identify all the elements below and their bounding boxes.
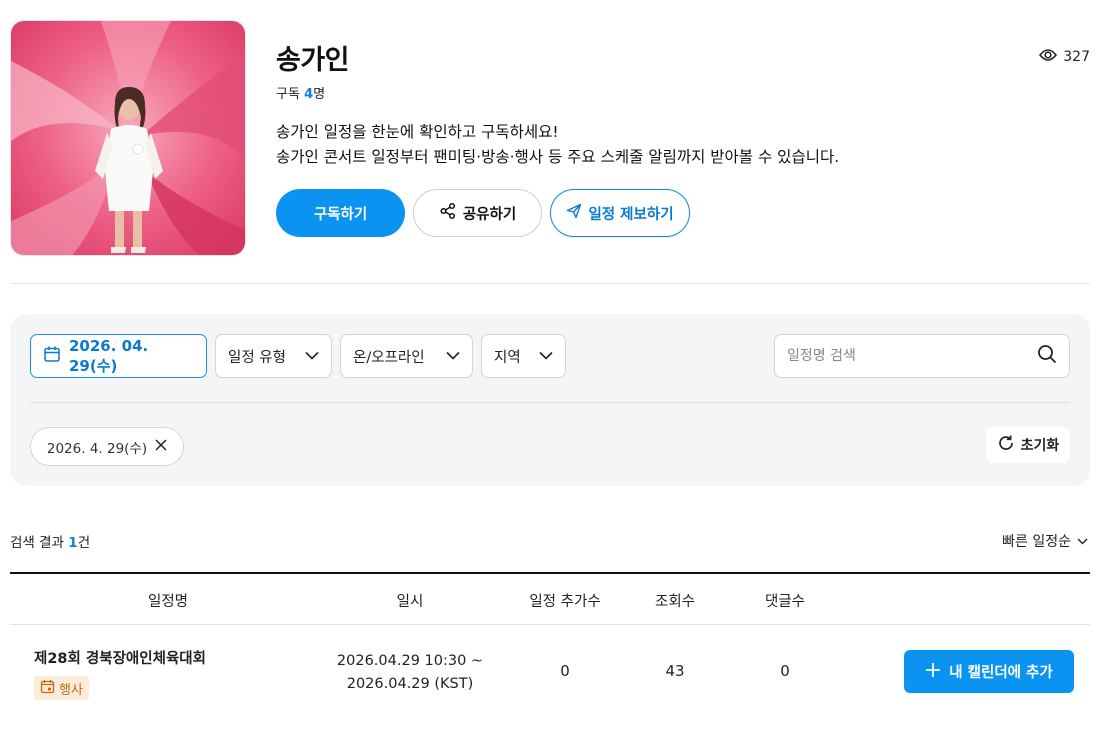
schedule-type-label: 일정 유형: [228, 349, 286, 366]
result-count-prefix: 검색 결과: [10, 535, 64, 551]
send-icon: [566, 203, 582, 223]
filter-divider: [30, 402, 1070, 403]
date-filter-label: 2026. 04. 29(수): [69, 336, 149, 375]
section-divider: [10, 283, 1090, 284]
result-count-value: 1: [68, 535, 78, 551]
schedule-type-filter[interactable]: 일정 유형: [215, 334, 332, 378]
header-schedule-name: 일정명: [147, 594, 189, 610]
profile-description: 송가인 일정을 한눈에 확인하고 구독하세요! 송가인 콘서트 일정부터 팬미팅…: [276, 120, 839, 170]
subscribe-button[interactable]: 구독하기: [276, 189, 405, 237]
header-add-count: 일정 추가수: [529, 594, 601, 610]
header-datetime: 일시: [396, 594, 424, 610]
event-calendar-icon: [40, 679, 55, 698]
region-filter[interactable]: 지역: [481, 334, 566, 378]
active-filter-label: 2026. 4. 29(수): [46, 440, 148, 457]
view-count: 327: [1039, 48, 1090, 66]
reset-button[interactable]: 초기화: [986, 427, 1070, 463]
header-comment-count: 댓글수: [764, 594, 806, 610]
result-count: 검색 결과 1건: [10, 531, 90, 551]
subscriber-count: 4: [304, 87, 314, 102]
schedule-datetime: 2026.04.29 10:30 ~ 2026.04.29 (KST): [310, 650, 510, 696]
add-to-calendar-button[interactable]: 내 캘린더에 추가: [904, 650, 1074, 693]
share-label: 공유하기: [462, 206, 517, 223]
sort-label: 빠른 일정순: [1002, 534, 1071, 550]
subscriber-info: 구독 4명: [276, 83, 325, 102]
category-label: 행사: [59, 682, 83, 698]
add-to-calendar-label: 내 캘린더에 추가: [949, 665, 1053, 681]
artist-photo-graphic: [11, 21, 245, 255]
search-box: [774, 334, 1070, 378]
plus-icon: [925, 662, 941, 682]
description-line-2: 송가인 콘서트 일정부터 팬미팅·방송·행사 등 주요 스케줄 알림까지 받아볼…: [276, 148, 840, 166]
datetime-end: 2026.04.29 (KST): [346, 676, 474, 692]
comment-count-value: 0: [780, 662, 790, 680]
calendar-icon: [43, 345, 61, 367]
subscriber-prefix: 구독: [276, 87, 300, 102]
view-count-value: 327: [1063, 49, 1090, 65]
chevron-down-icon: [1077, 533, 1088, 549]
report-schedule-button[interactable]: 일정 제보하기: [550, 189, 690, 237]
close-icon[interactable]: [155, 438, 167, 455]
share-button[interactable]: 공유하기: [413, 189, 542, 237]
table-top-border: [10, 572, 1090, 574]
filter-panel: 2026. 04. 29(수) 일정 유형 온/오프라인 지역 2026. 4.…: [10, 314, 1090, 486]
report-label: 일정 제보하기: [588, 206, 674, 223]
chevron-down-icon: [446, 348, 460, 364]
schedule-title[interactable]: 제28회 경북장애인체육대회: [34, 647, 206, 668]
datetime-start: 2026.04.29 10:30 ~: [336, 653, 484, 669]
chevron-down-icon: [539, 348, 553, 364]
chevron-down-icon: [305, 348, 319, 364]
eye-icon: [1039, 48, 1058, 66]
search-input[interactable]: [787, 348, 1037, 364]
artist-name: 송가인: [276, 45, 350, 76]
table-header-border: [10, 624, 1090, 625]
header-view-count: 조회수: [654, 594, 696, 610]
subscribe-label: 구독하기: [313, 206, 368, 223]
subscriber-suffix: 명: [313, 87, 326, 102]
share-icon: [439, 202, 457, 224]
add-count-value: 0: [560, 662, 570, 680]
category-badge: 행사: [34, 676, 89, 700]
reset-label: 초기화: [1020, 438, 1060, 454]
online-offline-filter[interactable]: 온/오프라인: [340, 334, 473, 378]
date-filter[interactable]: 2026. 04. 29(수): [30, 334, 207, 378]
online-offline-label: 온/오프라인: [353, 349, 425, 366]
artist-photo: [10, 20, 246, 256]
sort-select[interactable]: 빠른 일정순: [1002, 531, 1088, 551]
refresh-icon: [997, 434, 1015, 456]
view-count-cell: 43: [665, 662, 685, 680]
region-label: 지역: [494, 349, 521, 366]
active-filter-tag: 2026. 4. 29(수): [30, 427, 184, 466]
description-line-1: 송가인 일정을 한눈에 확인하고 구독하세요!: [276, 123, 559, 141]
search-icon[interactable]: [1037, 344, 1057, 368]
profile-actions: 구독하기 공유하기 일정 제보하기: [276, 189, 690, 237]
result-count-suffix: 건: [77, 535, 91, 551]
